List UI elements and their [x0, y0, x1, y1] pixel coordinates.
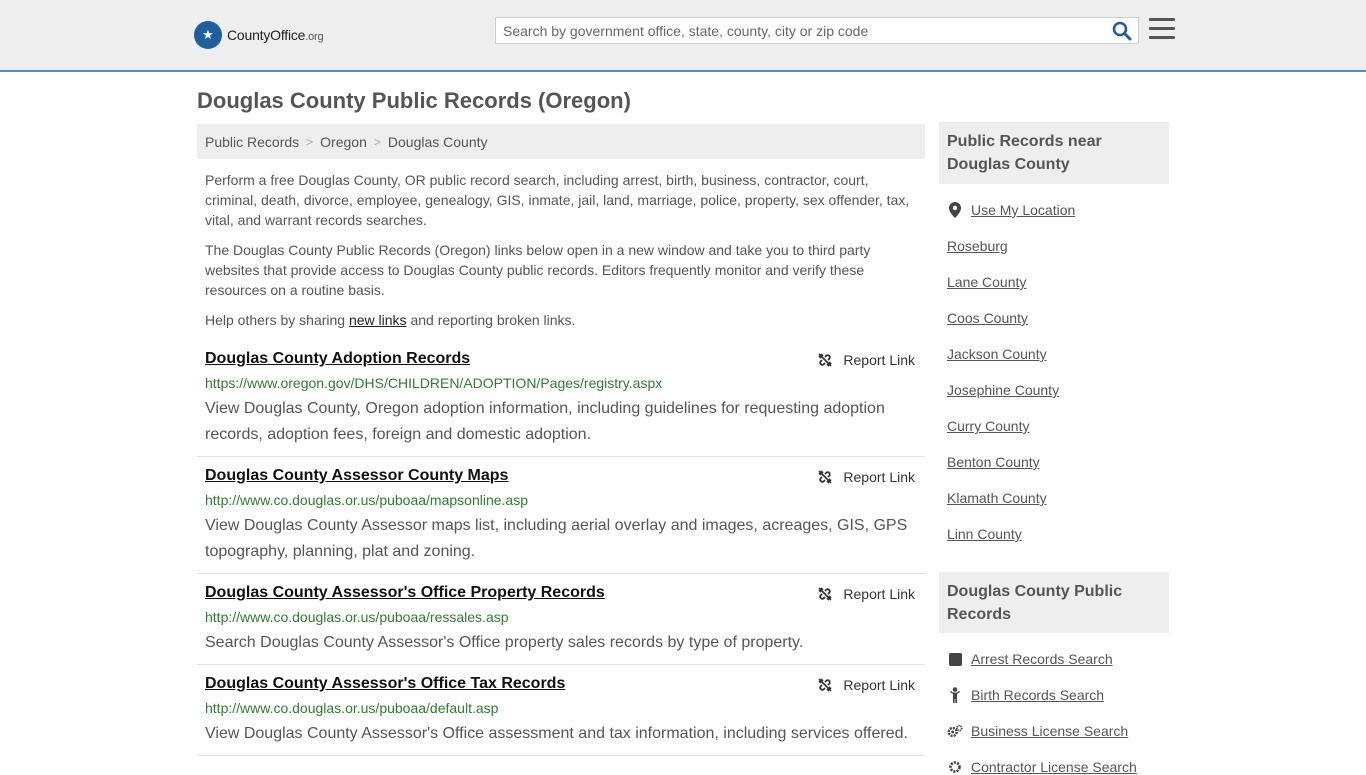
record-description: View Douglas County Assessor's Office as…	[205, 725, 908, 742]
record-url[interactable]: http://www.co.douglas.or.us/puboaa/defau…	[205, 700, 498, 716]
broken-link-icon	[818, 470, 832, 484]
record-item: Douglas County Assessor's Office Tax Rec…	[197, 675, 925, 756]
record-title-link[interactable]: Douglas County Assessor's Office Tax Rec…	[205, 675, 565, 693]
sidebar-link-coos-county[interactable]: Coos County	[947, 310, 1028, 326]
square-icon	[947, 651, 963, 667]
child-icon	[947, 687, 963, 703]
use-my-location-link[interactable]: Use My Location	[947, 202, 1075, 218]
site-logo[interactable]: ★ CountyOffice.org	[194, 20, 324, 50]
record-url[interactable]: http://www.co.douglas.or.us/puboaa/ressa…	[205, 609, 509, 625]
record-title-link[interactable]: Douglas County Assessor County Maps	[205, 467, 508, 485]
search-box	[495, 17, 1139, 44]
sidebar-link-benton-county[interactable]: Benton County	[947, 454, 1040, 470]
sidebar-link-business-license[interactable]: Business License Search	[947, 723, 1128, 739]
logo-tld: .org	[305, 31, 324, 43]
record-description: Search Douglas County Assessor's Office …	[205, 634, 804, 651]
map-marker-icon	[947, 202, 963, 218]
sidebar-link-jackson-county[interactable]: Jackson County	[947, 346, 1047, 362]
broken-link-icon	[818, 678, 832, 692]
hamburger-menu-icon[interactable]	[1149, 18, 1175, 42]
sidebar-link-arrest-records[interactable]: Arrest Records Search	[947, 651, 1113, 667]
sidebar-link-linn-county[interactable]: Linn County	[947, 526, 1022, 542]
record-item: Douglas County Assessor County Maps Repo…	[197, 467, 925, 574]
sidebar-heading-county-records: Douglas County Public Records	[939, 572, 1169, 633]
search-input[interactable]	[496, 18, 1110, 43]
record-title-link[interactable]: Douglas County Adoption Records	[205, 350, 470, 368]
intro-paragraph-2: The Douglas County Public Records (Orego…	[205, 242, 871, 298]
record-url[interactable]: http://www.co.douglas.or.us/puboaa/mapso…	[205, 492, 528, 508]
record-item: Douglas County Adoption Records Report L…	[197, 350, 925, 457]
sidebar-link-lane-county[interactable]: Lane County	[947, 274, 1026, 290]
top-bar: ★ CountyOffice.org	[0, 0, 1366, 72]
broken-link-icon	[818, 353, 832, 367]
breadcrumb-douglas-county[interactable]: Douglas County	[388, 134, 488, 150]
new-links-link[interactable]: new links	[349, 312, 407, 328]
intro-paragraph-3: Help others by sharing new links and rep…	[205, 312, 576, 328]
chevron-right-icon: >	[373, 134, 381, 149]
sidebar-link-klamath-county[interactable]: Klamath County	[947, 490, 1047, 506]
record-url[interactable]: https://www.oregon.gov/DHS/CHILDREN/ADOP…	[205, 375, 662, 391]
broken-link-icon	[818, 587, 832, 601]
chevron-right-icon: >	[306, 134, 314, 149]
report-link-button[interactable]: Report Link	[817, 469, 915, 485]
sidebar-link-curry-county[interactable]: Curry County	[947, 418, 1029, 434]
cogs-icon	[947, 723, 963, 739]
report-link-button[interactable]: Report Link	[817, 677, 915, 693]
logo-icon: ★	[194, 21, 222, 49]
breadcrumb-oregon[interactable]: Oregon	[320, 134, 367, 150]
sidebar-link-josephine-county[interactable]: Josephine County	[947, 382, 1059, 398]
record-title-link[interactable]: Douglas County Assessor's Office Propert…	[205, 584, 605, 602]
record-description: View Douglas County, Oregon adoption inf…	[205, 400, 885, 443]
sidebar-link-contractor-license[interactable]: Contractor License Search	[947, 759, 1137, 775]
page-title: Douglas County Public Records (Oregon)	[197, 88, 631, 113]
record-description: View Douglas County Assessor maps list, …	[205, 517, 908, 560]
cog-icon	[947, 759, 963, 775]
logo-text: CountyOffice	[227, 27, 306, 43]
report-link-button[interactable]: Report Link	[817, 586, 915, 602]
sidebar-link-roseburg[interactable]: Roseburg	[947, 238, 1008, 254]
breadcrumb-public-records[interactable]: Public Records	[205, 134, 299, 150]
search-icon[interactable]	[1112, 21, 1132, 41]
record-item: Douglas County Assessor's Office Propert…	[197, 584, 925, 665]
breadcrumb: Public Records > Oregon > Douglas County	[197, 124, 925, 159]
sidebar-heading-nearby: Public Records near Douglas County	[939, 122, 1169, 184]
sidebar-link-birth-records[interactable]: Birth Records Search	[947, 687, 1104, 703]
report-link-button[interactable]: Report Link	[817, 352, 915, 368]
intro-paragraph-1: Perform a free Douglas County, OR public…	[205, 172, 910, 228]
